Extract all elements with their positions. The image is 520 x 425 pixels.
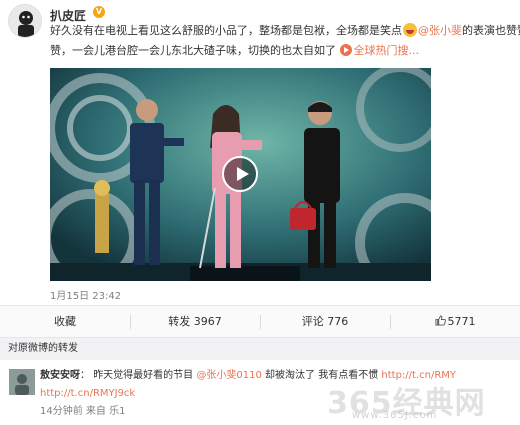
- verified-badge: V: [93, 6, 105, 18]
- hot-search-link-label: 全球热门搜...: [353, 44, 420, 57]
- post-text: 好久没有在电视上看见这么舒服的小品了，整场都是包袱，全场都是笑点: [50, 24, 402, 37]
- like-count: 5771: [447, 315, 476, 328]
- repost-button[interactable]: 转发 3967: [130, 306, 260, 337]
- avatar[interactable]: [9, 369, 35, 395]
- post-text: 赞，一会儿港台腔一会儿东北大碴子味，切换的也太自如了: [50, 44, 336, 57]
- comment-button[interactable]: 评论 776: [260, 306, 390, 337]
- action-bar: 收藏 转发 3967 评论 776 5771: [0, 305, 520, 338]
- mention-link[interactable]: @张小斐0110: [196, 370, 261, 381]
- link-play-icon: [339, 44, 352, 56]
- thumbs-up-icon: [434, 315, 446, 326]
- laugh-emoji-icon: [403, 23, 417, 37]
- play-icon[interactable]: [222, 156, 258, 192]
- watermark-url: www.365J.com: [352, 410, 438, 421]
- post-text-line-1: 好久没有在电视上看见这么舒服的小品了，整场都是包袱，全场都是笑点 @张小斐的表演也…: [50, 23, 520, 39]
- short-url-link[interactable]: http://t.cn/RMYJ9ck: [40, 388, 135, 399]
- comment-meta: 14分钟前 来自 乐1: [40, 406, 126, 417]
- post-text-line-2: 赞，一会儿港台腔一会儿东北大碴子味，切换的也太自如了 全球热门搜...: [50, 43, 419, 59]
- avatar[interactable]: [8, 4, 42, 38]
- mention-link[interactable]: @张小斐: [418, 24, 462, 37]
- colon: ：: [80, 370, 90, 381]
- comment-url-line: http://t.cn/RMYJ9ck: [40, 387, 135, 401]
- favorite-button[interactable]: 收藏: [0, 306, 130, 337]
- post-text: 的表演也赞赞: [462, 24, 520, 37]
- repost-section-title: 对原微博的转发: [0, 338, 520, 360]
- username[interactable]: 扒皮匠: [50, 7, 86, 24]
- post-timestamp[interactable]: 1月15日 23:42: [50, 287, 121, 302]
- comment-text: 昨天觉得最好看的节目: [93, 370, 194, 381]
- like-button[interactable]: 5771: [390, 306, 520, 337]
- weibo-post: 扒皮匠 V 好久没有在电视上看见这么舒服的小品了，整场都是包袱，全场都是笑点 @张…: [0, 0, 520, 338]
- comment-username[interactable]: 敖安安呀: [40, 370, 80, 381]
- hot-search-link[interactable]: 全球热门搜...: [339, 44, 420, 57]
